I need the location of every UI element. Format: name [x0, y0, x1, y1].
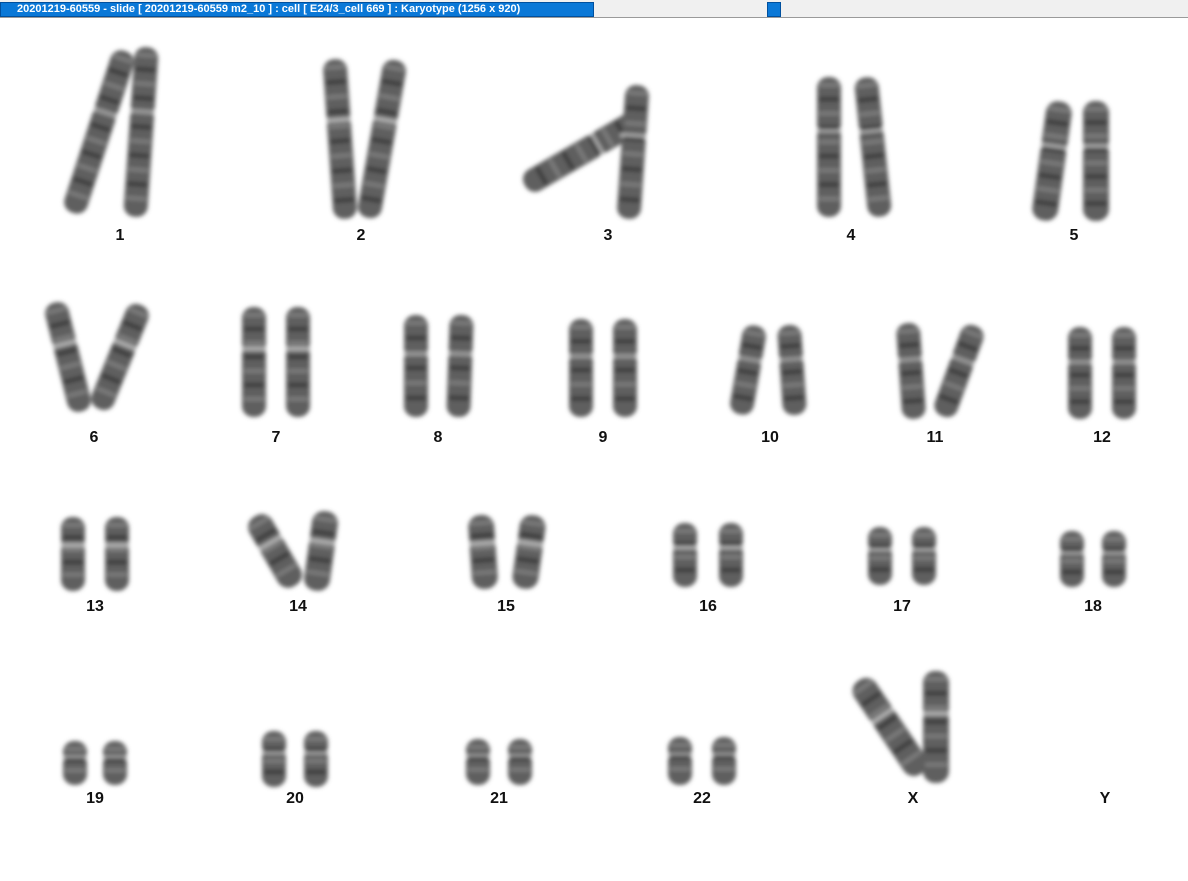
chromosome-22-a	[666, 737, 694, 785]
window-title-tab[interactable]: 20201219-60559 - slide [ 20201219-60559 …	[0, 2, 594, 17]
chromosome-label-4: 4	[846, 227, 856, 244]
chromosome-13-b	[103, 517, 131, 591]
karyotype-canvas: 1 2 3 4 5 6 7 8 9 10 11 12 13 14 15 16 1…	[0, 19, 1188, 881]
chromosome-label-7: 7	[271, 429, 281, 446]
chromosome-18-b	[1100, 531, 1128, 587]
chromosome-3-b	[617, 85, 649, 219]
chromosome-7-a	[240, 307, 268, 417]
chromosome-18-a	[1058, 531, 1086, 587]
chromosome-label-3: 3	[603, 227, 613, 244]
chromosome-11-a	[896, 323, 926, 419]
chromosome-5-b	[1081, 101, 1111, 221]
chromosome-label-15: 15	[497, 598, 515, 615]
chromosome-6-b	[91, 303, 149, 411]
chromosome-label-20: 20	[286, 790, 304, 807]
chromosome-2-b	[358, 59, 406, 219]
chromosome-label-6: 6	[89, 429, 99, 446]
chromosome-8-a	[402, 315, 430, 417]
chromosome-19-b	[101, 741, 129, 785]
chromosome-label-13: 13	[86, 598, 104, 615]
chromosome-label-12: 12	[1093, 429, 1111, 446]
chromosome-label-17: 17	[893, 598, 911, 615]
chromosome-9-a	[567, 319, 595, 417]
chromosome-8-b	[446, 314, 475, 418]
chromosome-label-21: 21	[490, 790, 508, 807]
chromosome-4-b	[854, 77, 892, 217]
chromosome-9-b	[611, 319, 639, 417]
window-secondary-tab[interactable]	[767, 2, 781, 17]
chromosome-label-18: 18	[1084, 598, 1102, 615]
chromosome-2-a	[323, 59, 357, 219]
chromosome-21-a	[464, 739, 492, 785]
chromosome-22-b	[710, 737, 738, 785]
chromosome-label-14: 14	[289, 598, 307, 615]
chromosome-17-a	[866, 527, 894, 585]
chromosome-14-b	[304, 511, 338, 591]
chromosome-15-b	[512, 515, 546, 589]
chromosome-7-b	[284, 307, 312, 417]
chromosome-21-b	[506, 739, 534, 785]
chromosome-X-a	[852, 677, 928, 777]
chromosome-12-a	[1066, 327, 1094, 419]
chromosome-label-19: 19	[86, 790, 104, 807]
window-title-bar: 20201219-60559 - slide [ 20201219-60559 …	[0, 0, 1188, 18]
chromosome-label-1: 1	[115, 227, 125, 244]
chromosome-label-22: 22	[693, 790, 711, 807]
chromosome-20-b	[302, 731, 330, 787]
chromosome-label-10: 10	[761, 429, 779, 446]
chromosome-6-a	[45, 302, 91, 412]
chromosome-X-b	[921, 671, 951, 783]
chromosome-16-b	[717, 523, 745, 587]
chromosome-label-8: 8	[433, 429, 443, 446]
chromosome-14-a	[248, 514, 302, 588]
chromosome-11-b	[934, 324, 984, 418]
chromosome-label-16: 16	[699, 598, 717, 615]
chromosome-label-9: 9	[598, 429, 608, 446]
chromosome-label-11: 11	[926, 429, 944, 446]
chromosome-16-a	[671, 523, 699, 587]
chromosome-10-b	[777, 325, 807, 415]
karyotype-chromosomes	[45, 47, 1138, 787]
chromosome-5-a	[1032, 101, 1072, 221]
chromosome-10-a	[730, 325, 766, 415]
chromosome-label-2: 2	[356, 227, 366, 244]
chromosome-17-b	[910, 527, 938, 585]
chromosome-label-x: X	[907, 790, 919, 807]
chromosome-19-a	[61, 741, 89, 785]
chromosome-12-b	[1110, 327, 1138, 419]
chromosome-20-a	[260, 731, 288, 787]
chromosome-15-a	[467, 514, 498, 590]
chromosome-4-a	[815, 77, 843, 217]
chromosome-13-a	[59, 517, 87, 591]
chromosome-label-y: Y	[1099, 790, 1111, 807]
chromosome-label-5: 5	[1069, 227, 1079, 244]
